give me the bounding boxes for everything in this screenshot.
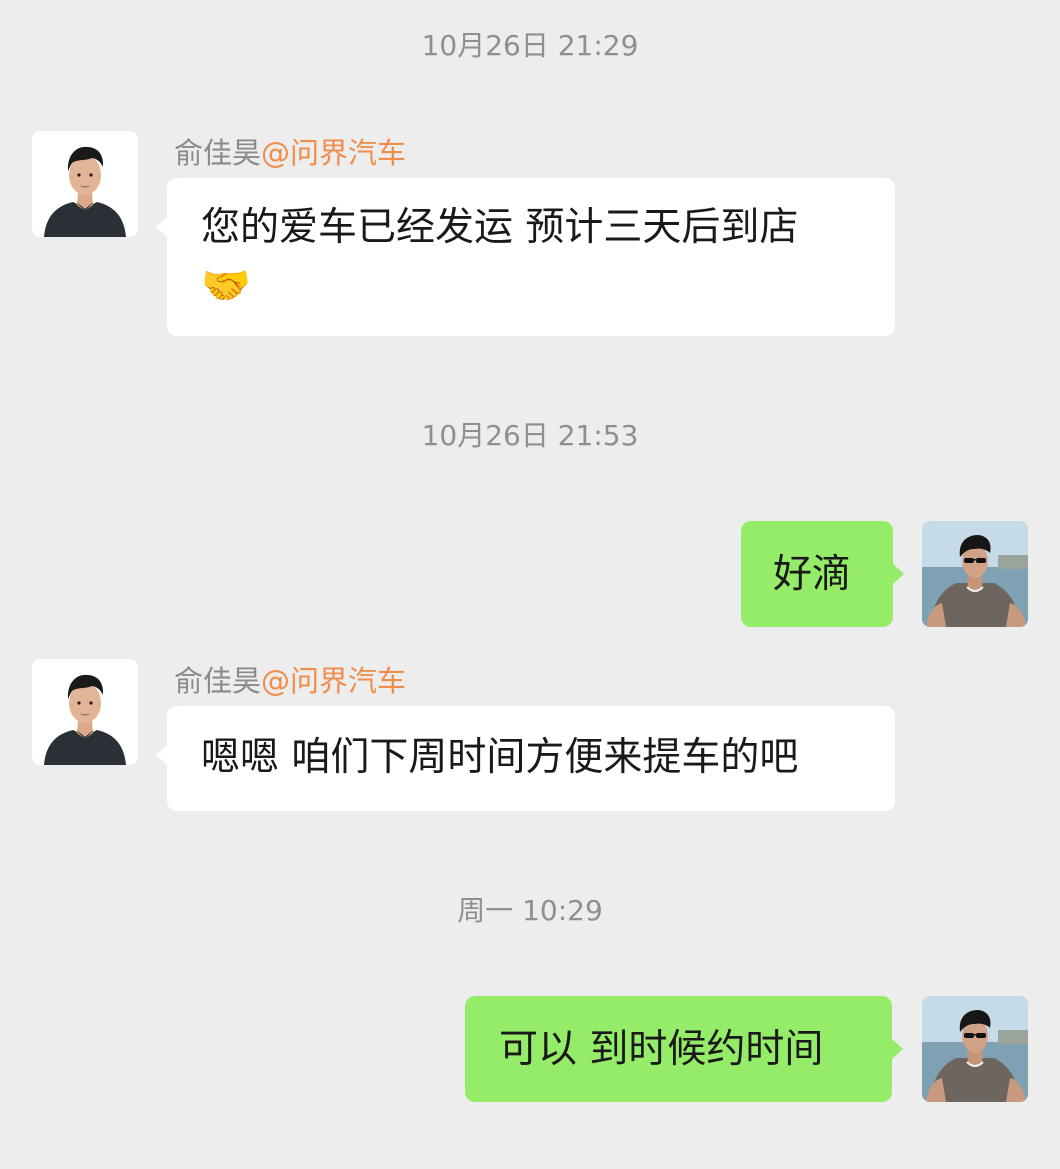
sender-name: 俞佳昊@问界汽车 xyxy=(174,659,406,703)
sender-org: @问界汽车 xyxy=(261,664,407,698)
my-avatar-icon xyxy=(922,521,1028,627)
message-bubble-outgoing[interactable]: 可以 到时候约时间 xyxy=(465,996,903,1102)
contact-avatar[interactable] xyxy=(32,131,138,237)
my-avatar[interactable] xyxy=(922,996,1028,1102)
message-text: 您的爱车已经发运 预计三天后到店 xyxy=(201,205,799,250)
contact-avatar-icon xyxy=(32,131,138,237)
message-text: 嗯嗯 咱们下周时间方便来提车的吧 xyxy=(201,735,799,780)
my-avatar[interactable] xyxy=(922,521,1028,627)
message-bubble-outgoing[interactable]: 好滴 xyxy=(741,521,904,627)
sender-org: @问界汽车 xyxy=(261,136,407,170)
sender-display-name: 俞佳昊 xyxy=(174,136,262,170)
my-avatar-icon xyxy=(922,996,1028,1102)
timestamp: 10月26日 21:29 xyxy=(421,29,639,62)
timestamp: 10月26日 21:53 xyxy=(421,419,639,452)
message-bubble-incoming[interactable]: 您的爱车已经发运 预计三天后到店 🤝 xyxy=(156,178,895,336)
handshake-icon: 🤝 xyxy=(201,263,251,309)
timestamp: 周一 10:29 xyxy=(457,894,603,927)
message-bubble-incoming[interactable]: 嗯嗯 咱们下周时间方便来提车的吧 xyxy=(156,706,895,811)
message-text: 可以 到时候约时间 xyxy=(499,1027,824,1072)
contact-avatar-icon xyxy=(32,659,138,765)
message-text: 好滴 xyxy=(773,552,852,597)
contact-avatar[interactable] xyxy=(32,659,138,765)
sender-display-name: 俞佳昊 xyxy=(174,664,262,698)
sender-name: 俞佳昊@问界汽车 xyxy=(174,131,406,175)
